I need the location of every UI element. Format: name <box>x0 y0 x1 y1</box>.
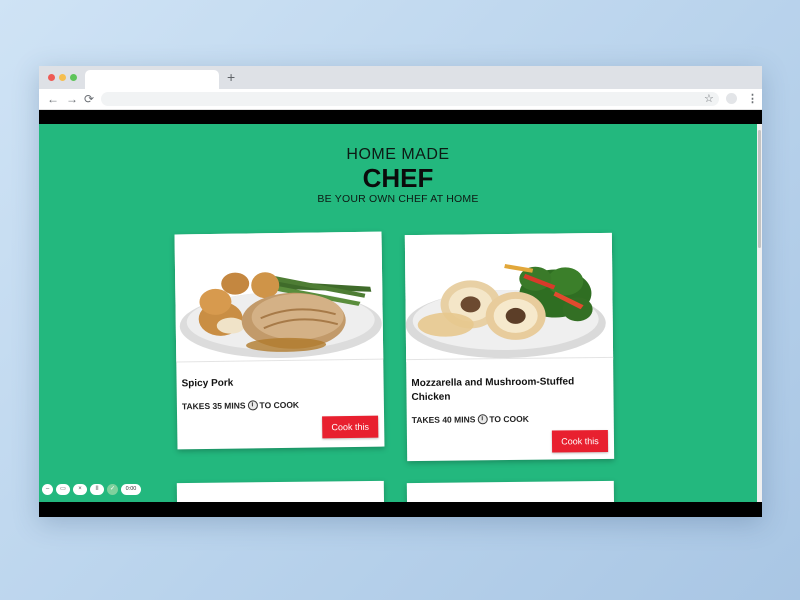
time-prefix: TAKES 35 MINS <box>181 400 246 412</box>
recipe-name: Spicy Pork <box>181 377 234 390</box>
recipe-card[interactable] <box>406 480 615 502</box>
time-suffix: TO COOK <box>489 413 529 425</box>
bottom-letterbox <box>39 502 762 517</box>
recipe-image-pork <box>174 231 384 362</box>
browser-tab[interactable] <box>85 70 219 89</box>
time-prefix: TAKES 40 MINS <box>411 414 476 426</box>
browser-toolbar: ← → ⟳ ☆ ⋮ <box>39 89 762 110</box>
hero-pre-title: HOME MADE <box>346 146 450 163</box>
menu-dots-icon[interactable]: ⋮ <box>747 90 758 108</box>
camera-icon[interactable]: ▭ <box>56 484 70 495</box>
hero-title: CHEF <box>362 163 434 193</box>
tab-bar: + <box>39 66 762 89</box>
close-window-button[interactable] <box>48 74 55 81</box>
recipe-cook-time: TAKES 35 MINS TO COOK <box>182 399 299 413</box>
check-icon[interactable]: ✓ <box>107 484 118 495</box>
minimize-window-button[interactable] <box>59 74 66 81</box>
recipe-image-chicken <box>404 232 614 363</box>
minus-button[interactable]: – <box>42 484 53 495</box>
new-tab-button[interactable]: + <box>227 69 235 86</box>
maximize-window-button[interactable] <box>70 74 77 81</box>
reload-icon[interactable]: ⟳ <box>84 90 94 108</box>
close-icon[interactable]: × <box>73 484 87 495</box>
profile-avatar[interactable] <box>726 93 737 104</box>
address-bar[interactable] <box>101 92 719 106</box>
forward-arrow-icon[interactable]: → <box>66 90 78 108</box>
clock-icon <box>477 414 488 425</box>
recipe-cook-time: TAKES 40 MINS TO COOK <box>412 413 529 426</box>
clock-icon <box>247 400 258 411</box>
cook-this-button[interactable]: Cook this <box>551 429 609 453</box>
page-content: HOME MADE CHEF BE YOUR OWN CHEF AT HOME <box>39 124 757 502</box>
vertical-scrollbar[interactable] <box>757 124 762 502</box>
recipe-card[interactable] <box>176 480 385 502</box>
recipe-card[interactable]: Mozzarella and Mushroom-Stuffed Chicken … <box>404 232 615 462</box>
browser-window: + ← → ⟳ ☆ ⋮ HOME MADE CHEF BE YOUR OWN C… <box>39 66 762 517</box>
recipe-card[interactable]: Spicy Pork TAKES 35 MINS TO COOK Cook th… <box>174 231 385 450</box>
back-arrow-icon[interactable]: ← <box>47 90 59 108</box>
player-controls: – ▭ × II ✓ 0:00 <box>42 484 141 495</box>
recipe-name: Mozzarella and Mushroom-Stuffed Chicken <box>411 376 575 404</box>
bookmark-star-icon[interactable]: ☆ <box>704 90 714 108</box>
cook-this-button[interactable]: Cook this <box>322 415 379 439</box>
pause-icon[interactable]: II <box>90 484 104 495</box>
hero-subtitle: BE YOUR OWN CHEF AT HOME <box>317 193 479 205</box>
time-suffix: TO COOK <box>259 399 300 411</box>
recording-timer: 0:00 <box>121 484 141 495</box>
scrollbar-thumb[interactable] <box>758 130 761 248</box>
